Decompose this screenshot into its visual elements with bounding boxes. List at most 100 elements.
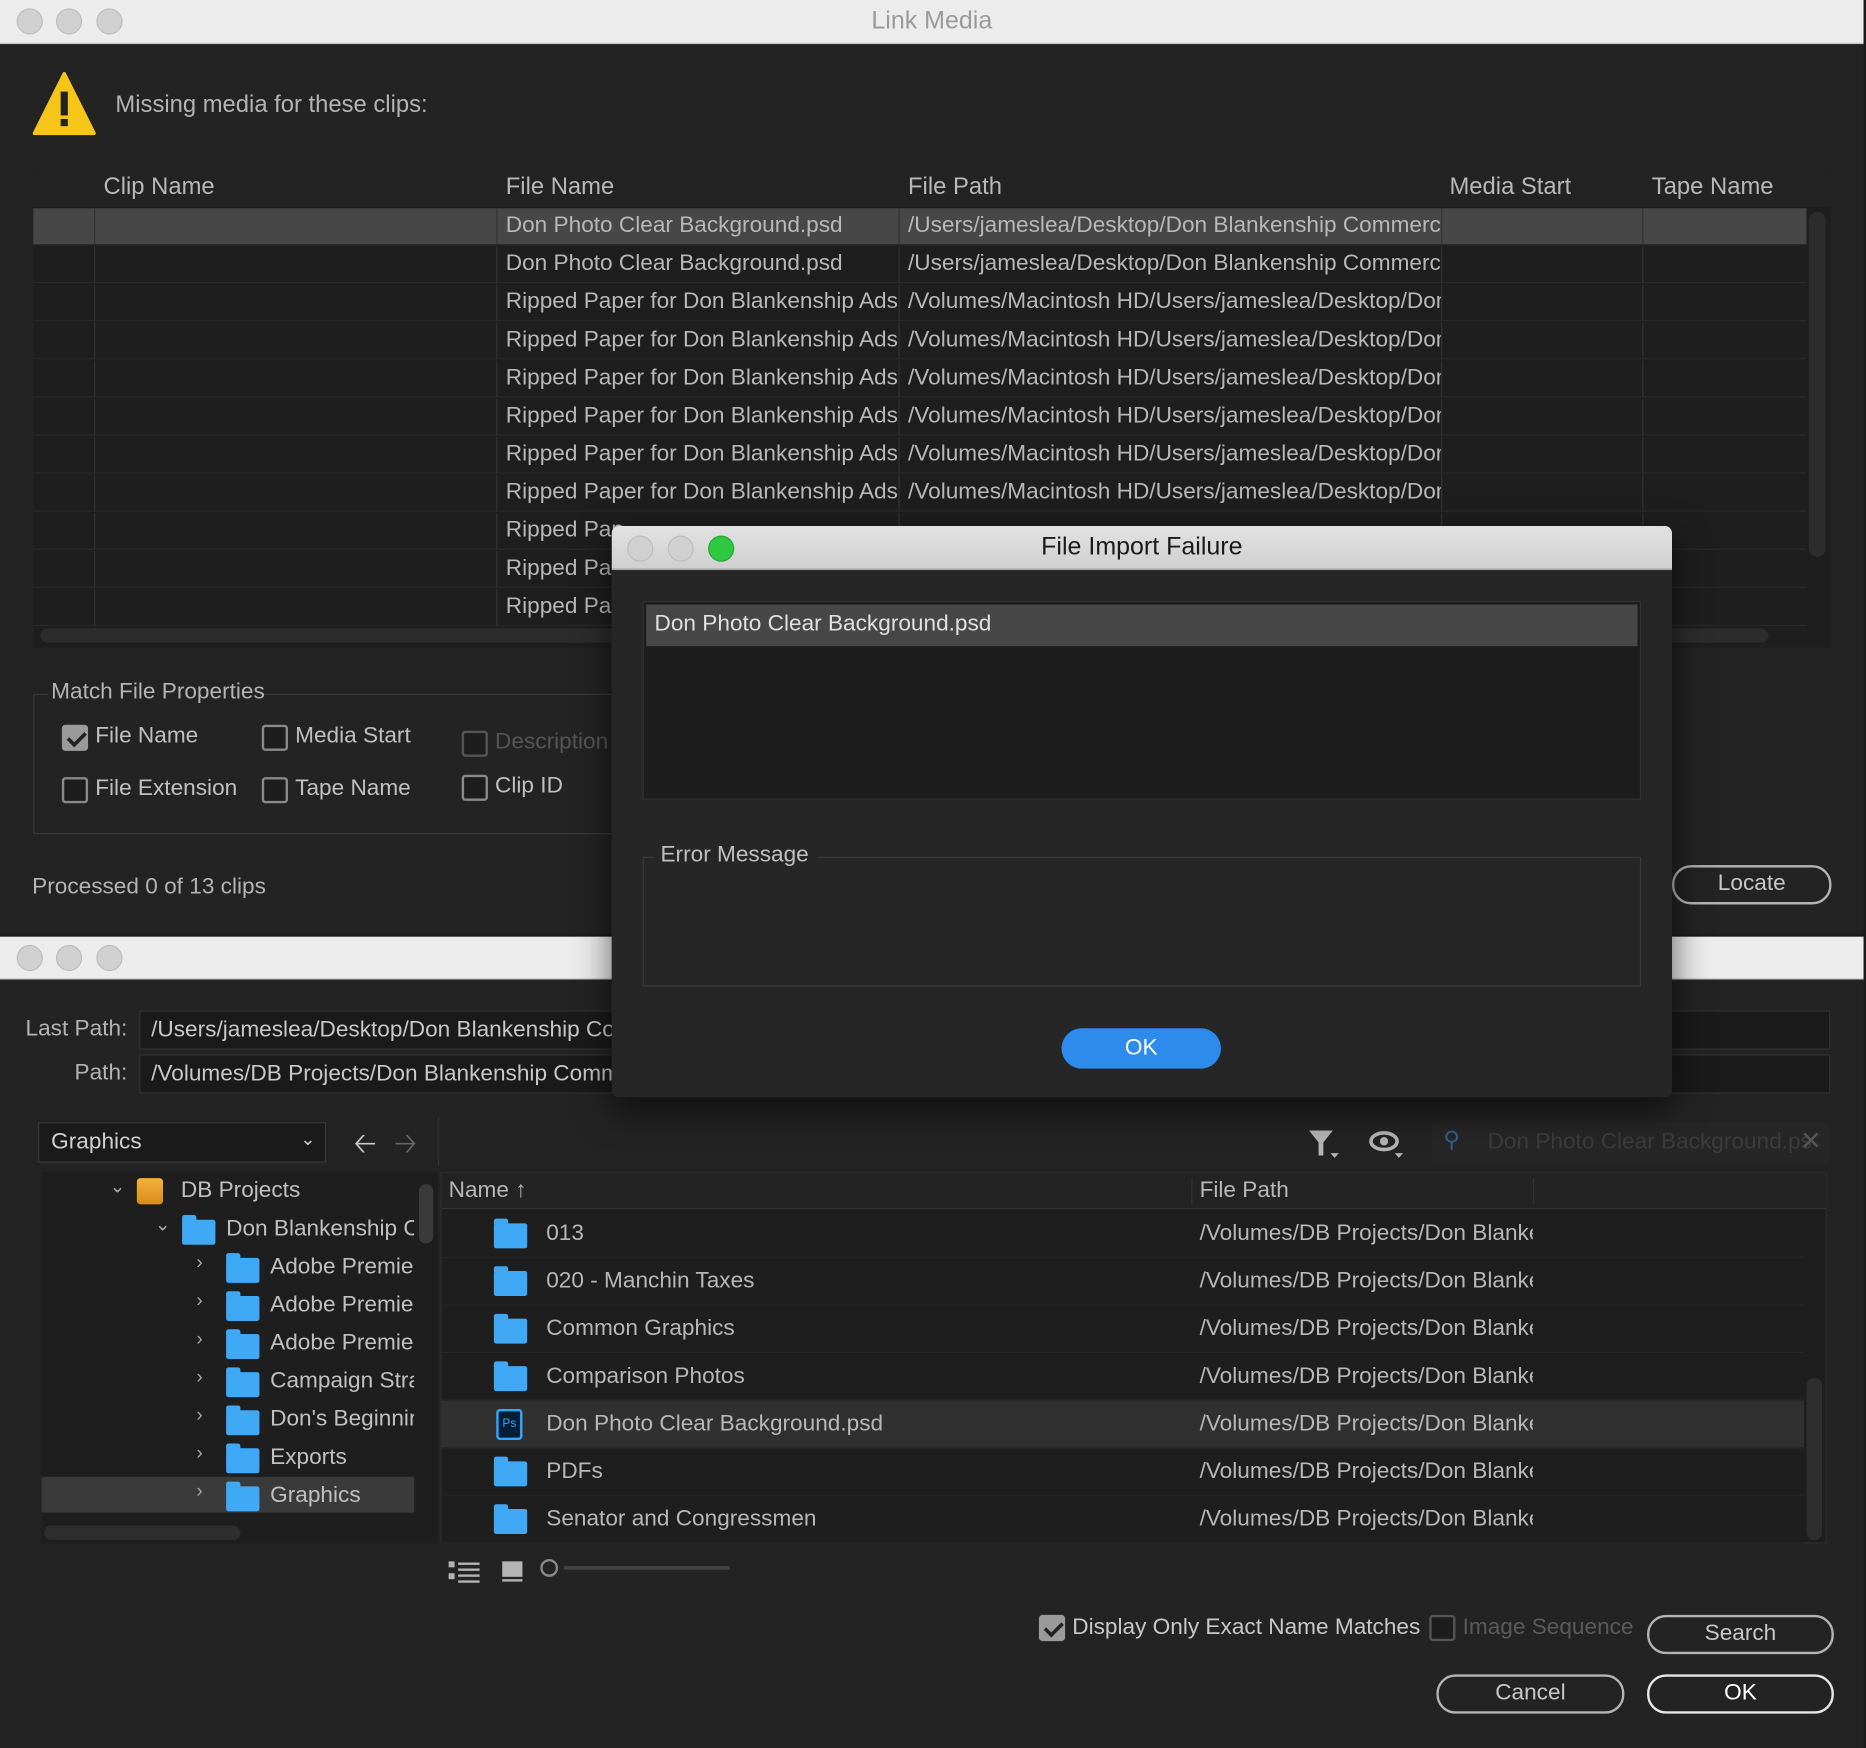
col-name[interactable]: Name ↑ (449, 1178, 527, 1204)
filter-icon[interactable] (1307, 1127, 1340, 1160)
file-list-header: Name ↑ File Path (441, 1173, 1826, 1210)
tree-item[interactable]: › Adobe Premier (42, 1248, 414, 1284)
file-path: /Volumes/DB Projects/Don Blanke (1199, 1316, 1533, 1342)
tree-item-label: Adobe Premier (270, 1330, 415, 1356)
col-file-path[interactable]: File Path (908, 174, 1002, 201)
ok-button[interactable]: OK (1647, 1674, 1834, 1714)
file-name: Comparison Photos (546, 1363, 745, 1389)
window-title: Link Media (871, 7, 993, 35)
file-path-cell: /Users/jameslea/Desktop/Don Blankenship … (908, 251, 1442, 277)
search-field[interactable]: ⚲ Don Photo Clear Background.ps ✕ (1431, 1122, 1830, 1163)
col-media-start[interactable]: Media Start (1449, 174, 1571, 201)
folder-tree: ⌄ DB Projects ⌄ Don Blankenship Co › Ado… (41, 1172, 438, 1544)
file-path: /Volumes/DB Projects/Don Blanke (1199, 1459, 1533, 1484)
tree-item[interactable]: › Campaign Strat (42, 1363, 414, 1399)
photoshop-file-icon: Ps (496, 1409, 523, 1440)
file-extension-checkbox[interactable] (61, 777, 89, 804)
description-checkbox[interactable] (461, 730, 488, 757)
chevron-right-icon[interactable]: › (196, 1291, 202, 1312)
chevron-down-icon[interactable]: ⌄ (155, 1213, 171, 1237)
tree-item[interactable]: › Exports (42, 1439, 414, 1475)
minimize-button[interactable] (55, 944, 83, 972)
back-arrow-icon[interactable]: 🡠 (353, 1123, 376, 1172)
tree-vertical-scrollbar[interactable] (418, 1184, 434, 1244)
chevron-right-icon[interactable]: › (196, 1367, 202, 1388)
file-path-cell: /Volumes/Macintosh HD/Users/jameslea/Des… (908, 327, 1442, 353)
search-button[interactable]: Search (1647, 1614, 1834, 1655)
location-dropdown[interactable]: Graphics ⌄ (38, 1122, 327, 1163)
zoom-button[interactable] (96, 944, 123, 972)
file-row[interactable]: Senator and Congressmen /Volumes/DB Proj… (441, 1496, 1805, 1544)
file-list-scrollbar[interactable] (1806, 1378, 1822, 1540)
col-file-path[interactable]: File Path (1200, 1178, 1289, 1204)
table-row[interactable]: Ripped Paper for Don Blankenship Ads.p /… (33, 436, 1807, 474)
locate-button[interactable]: Locate (1672, 865, 1832, 905)
table-row[interactable]: Ripped Paper for Don Blankenship Ads.p /… (33, 360, 1807, 398)
file-path: /Volumes/DB Projects/Don Blanke (1199, 1268, 1533, 1294)
tree-item-label: Don's Beginnin (270, 1406, 415, 1432)
image-sequence-checkbox[interactable] (1429, 1614, 1456, 1642)
search-icon: ⚲ (1443, 1128, 1461, 1154)
vertical-scrollbar[interactable] (1808, 211, 1826, 557)
chevron-down-icon[interactable]: ⌄ (109, 1175, 125, 1199)
folder-icon (226, 1253, 260, 1283)
tape-name-checkbox[interactable] (261, 777, 288, 804)
chevron-right-icon[interactable]: › (196, 1253, 202, 1274)
table-row[interactable]: Ripped Paper for Don Blankenship Ads.p /… (33, 322, 1807, 360)
ok-button[interactable]: OK (1061, 1028, 1221, 1069)
table-row[interactable]: Ripped Paper for Don Blankenship Ads.p /… (33, 398, 1807, 436)
chevron-right-icon[interactable]: › (196, 1405, 202, 1426)
tree-horizontal-scrollbar[interactable] (44, 1525, 241, 1540)
folder-icon (493, 1361, 528, 1392)
close-button[interactable] (16, 944, 43, 972)
file-row[interactable]: Common Graphics /Volumes/DB Projects/Don… (441, 1305, 1805, 1354)
chevron-right-icon[interactable]: › (196, 1444, 202, 1465)
thumbnail-view-icon[interactable] (500, 1558, 526, 1584)
tree-item[interactable]: ⌄ DB Projects (42, 1172, 414, 1208)
cancel-button[interactable]: Cancel (1436, 1674, 1625, 1714)
tree-item[interactable]: › Adobe Premier (42, 1286, 414, 1322)
search-placeholder: Don Photo Clear Background.ps (1487, 1129, 1812, 1155)
clip-id-checkbox[interactable] (461, 774, 488, 801)
failed-file-item[interactable]: Don Photo Clear Background.psd (646, 604, 1638, 647)
file-row[interactable]: Comparison Photos /Volumes/DB Projects/D… (441, 1353, 1805, 1401)
file-row[interactable]: Ps Don Photo Clear Background.psd /Volum… (441, 1400, 1805, 1449)
exact-match-checkbox[interactable] (1038, 1614, 1066, 1642)
col-clip-name[interactable]: Clip Name (104, 174, 215, 201)
forward-arrow-icon[interactable]: 🡢 (394, 1123, 417, 1172)
table-row[interactable]: Ripped Paper for Don Blankenship Ads.p /… (33, 284, 1807, 322)
tree-item[interactable]: › Adobe Premier (42, 1325, 414, 1361)
chevron-right-icon[interactable]: › (196, 1482, 202, 1503)
missing-media-message: Missing media for these clips: (115, 91, 428, 118)
file-path-cell: /Volumes/Macintosh HD/Users/jameslea/Des… (908, 403, 1442, 429)
table-row[interactable]: Don Photo Clear Background.psd /Users/ja… (33, 208, 1807, 246)
chevron-right-icon[interactable]: › (196, 1329, 202, 1350)
media-start-checkbox[interactable] (261, 724, 288, 751)
file-row[interactable]: 013 /Volumes/DB Projects/Don Blanke (441, 1210, 1805, 1258)
file-path-cell: /Users/jameslea/Desktop/Don Blankenship … (908, 213, 1442, 239)
file-path: /Volumes/DB Projects/Don Blanke (1199, 1220, 1533, 1246)
folder-icon (493, 1504, 528, 1534)
sort-ascending-icon: ↑ (515, 1178, 527, 1204)
col-tape-name[interactable]: Tape Name (1652, 174, 1774, 201)
eye-icon[interactable] (1369, 1127, 1405, 1160)
folder-icon (226, 1405, 260, 1436)
file-name-checkbox[interactable] (61, 724, 89, 751)
file-name-cell: Ripped Paper for Don Blankenship Ads.p (505, 479, 899, 505)
list-view-icon[interactable] (447, 1558, 480, 1584)
col-file-name[interactable]: File Name (506, 174, 614, 201)
file-extension-label: File Extension (95, 775, 238, 801)
table-row[interactable]: Don Photo Clear Background.psd /Users/ja… (33, 246, 1807, 284)
tree-item[interactable]: ⌄ Don Blankenship Co (42, 1210, 414, 1246)
drive-icon (136, 1178, 164, 1205)
file-name-cell: Ripped Paper for Don Blankenship Ads.p (505, 365, 899, 391)
thumbnail-size-slider[interactable] (564, 1566, 730, 1570)
tree-item[interactable]: › Don's Beginnin (42, 1401, 414, 1437)
file-row[interactable]: 020 - Manchin Taxes /Volumes/DB Projects… (441, 1258, 1805, 1306)
slider-handle[interactable] (540, 1558, 559, 1577)
clear-search-icon[interactable]: ✕ (1800, 1126, 1822, 1157)
table-row[interactable]: Ripped Paper for Don Blankenship Ads.p /… (33, 474, 1807, 512)
tree-item[interactable]: › Graphics (41, 1476, 415, 1513)
file-name-cell: Ripped Paper for Don Blankenship Ads.p (505, 327, 899, 353)
file-row[interactable]: PDFs /Volumes/DB Projects/Don Blanke (441, 1448, 1805, 1496)
